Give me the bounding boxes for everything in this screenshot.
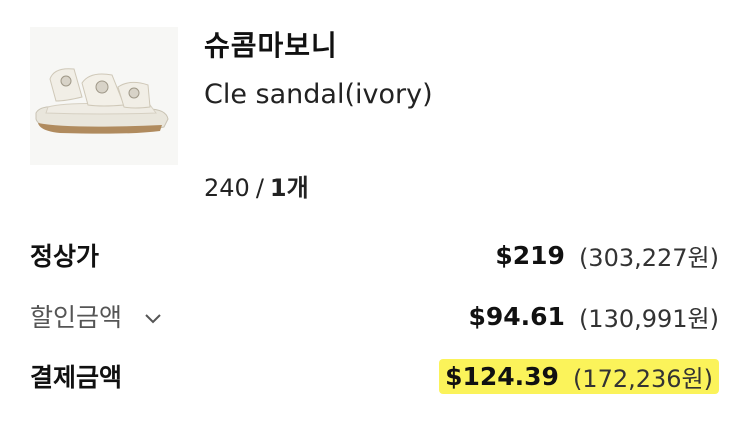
discount-usd: $94.61 <box>468 301 565 331</box>
option-separator: / <box>255 174 264 202</box>
product-image[interactable] <box>30 27 178 165</box>
discount-row[interactable]: 할인금액 $94.61 (130,991원) <box>30 296 719 336</box>
discount-toggle[interactable]: 할인금액 <box>30 298 162 334</box>
payment-krw: (172,236원) <box>572 364 713 393</box>
option-size: 240 <box>204 174 250 202</box>
regular-price-row: 정상가 $219 (303,227원) <box>30 235 719 275</box>
payment-label: 결제금액 <box>30 363 123 392</box>
chevron-down-icon[interactable] <box>144 313 162 325</box>
brand-name: 슈콤마보니 <box>204 29 338 62</box>
discount-label: 할인금액 <box>30 303 123 332</box>
option-quantity: 1개 <box>269 174 309 202</box>
payment-usd: $124.39 <box>445 361 559 391</box>
product-options: 240/1개 <box>204 168 309 203</box>
regular-price-amount: $219 (303,227원) <box>495 238 719 273</box>
regular-price-krw: (303,227원) <box>578 243 719 272</box>
payment-row: 결제금액 $124.39 (172,236원) <box>30 356 719 396</box>
sandal-image <box>30 27 178 165</box>
product-name: Cle sandal(ivory) <box>204 79 433 110</box>
discount-krw: (130,991원) <box>578 304 719 333</box>
regular-price-usd: $219 <box>495 240 565 270</box>
discount-amount: $94.61 (130,991원) <box>468 299 719 334</box>
regular-price-label: 정상가 <box>30 242 100 271</box>
payment-amount-highlight: $124.39 (172,236원) <box>439 358 719 394</box>
